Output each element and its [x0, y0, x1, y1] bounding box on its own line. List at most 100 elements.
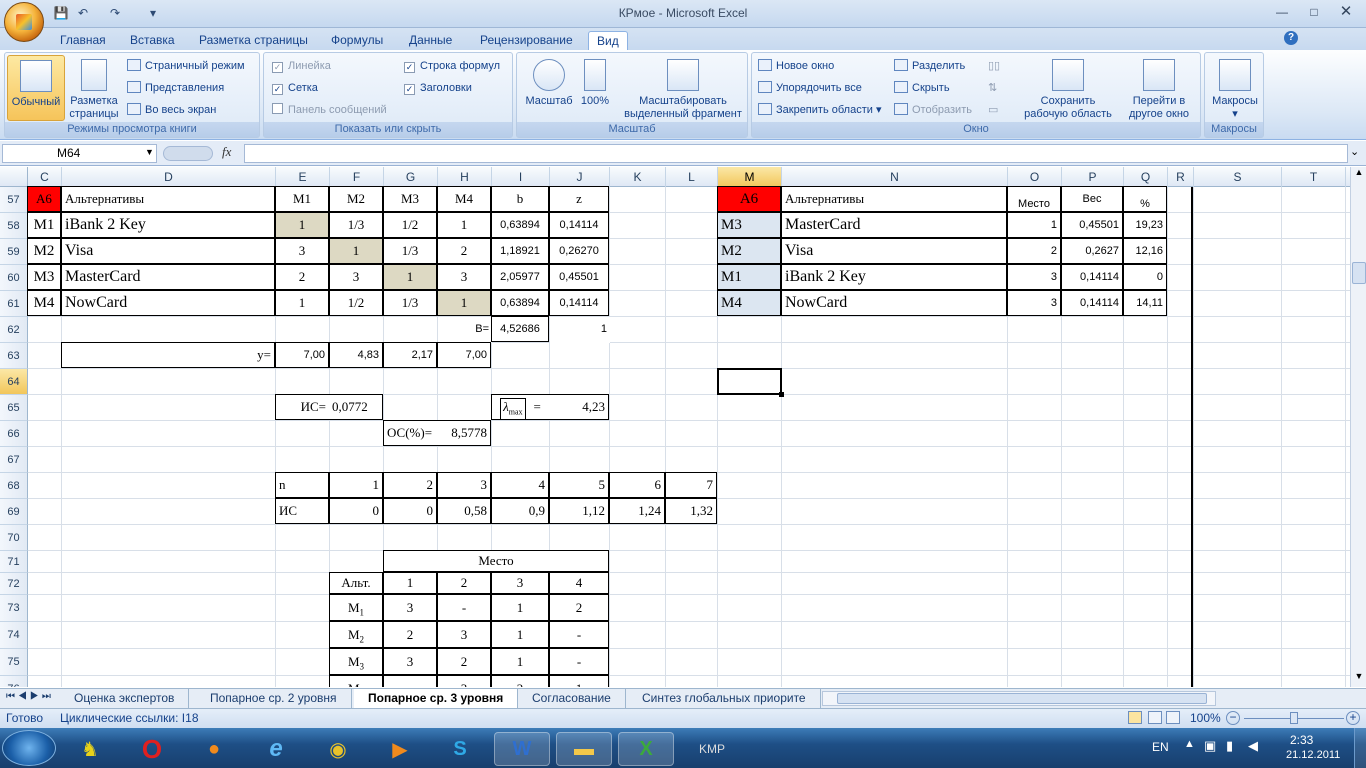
row-header-70[interactable]: 70	[0, 525, 28, 551]
horizontal-scroll-thumb[interactable]	[837, 693, 1207, 704]
help-icon[interactable]: ?	[1284, 31, 1298, 45]
sheet-tab[interactable]: Синтез глобальных приорите	[628, 689, 821, 708]
zoom-level[interactable]: 100%	[1190, 711, 1221, 725]
close-icon[interactable]: ✕	[1336, 4, 1356, 20]
save-workspace-button[interactable]: Сохранить рабочую область	[1020, 59, 1116, 121]
column-header-n[interactable]: N	[782, 167, 1008, 187]
row-header-63[interactable]: 63	[0, 343, 28, 369]
maximize-icon[interactable]: □	[1304, 4, 1324, 20]
headings-checkbox[interactable]: ✓ Заголовки	[404, 79, 472, 97]
app-icon[interactable]: ♞	[62, 732, 118, 766]
column-header-q[interactable]: Q	[1124, 167, 1168, 187]
word-icon[interactable]: W	[494, 732, 550, 766]
split-button[interactable]: Разделить	[894, 57, 965, 75]
row-header-58[interactable]: 58	[0, 213, 28, 239]
column-header-o[interactable]: O	[1008, 167, 1062, 187]
column-header-g[interactable]: G	[384, 167, 438, 187]
page-layout-button[interactable]: Разметка страницы	[67, 59, 121, 120]
formula-divider-handle[interactable]	[163, 146, 213, 161]
column-header-k[interactable]: K	[610, 167, 666, 187]
row-header-61[interactable]: 61	[0, 291, 28, 317]
zoom-slider-thumb[interactable]	[1290, 712, 1298, 724]
sheet-tab[interactable]: Попарное ср. 2 уровня	[196, 689, 352, 708]
page-break-preview-button[interactable]: Страничный режим	[127, 57, 245, 75]
tray-expand-icon[interactable]: ▲	[1184, 738, 1195, 750]
office-button[interactable]	[4, 2, 44, 42]
name-box-dropdown-icon[interactable]: ▼	[145, 147, 154, 157]
row-header-62[interactable]: 62	[0, 317, 28, 343]
vertical-scroll-thumb[interactable]	[1352, 262, 1366, 284]
page-layout-icon[interactable]	[1148, 711, 1162, 724]
row-header-73[interactable]: 73	[0, 595, 28, 622]
message-bar-checkbox[interactable]: Панель сообщений	[272, 101, 387, 119]
hide-button[interactable]: Скрыть	[894, 79, 950, 97]
reset-position-icon[interactable]: ▭	[988, 101, 1008, 119]
row-header-72[interactable]: 72	[0, 573, 28, 595]
firefox-icon[interactable]: ●	[186, 732, 242, 766]
row-header-75[interactable]: 75	[0, 649, 28, 676]
vertical-scrollbar[interactable]: ▲ ▼	[1350, 167, 1366, 687]
tab-review[interactable]: Рецензирование	[472, 31, 581, 50]
fill-handle[interactable]	[779, 392, 784, 397]
column-header-d[interactable]: D	[62, 167, 276, 187]
clock-date[interactable]: 21.12.2011	[1286, 749, 1340, 761]
show-desktop-button[interactable]	[1354, 728, 1366, 768]
column-header-p[interactable]: P	[1062, 167, 1124, 187]
row-header-66[interactable]: 66	[0, 421, 28, 447]
column-header-e[interactable]: E	[276, 167, 330, 187]
language-indicator[interactable]: EN	[1152, 740, 1169, 754]
freeze-panes-button[interactable]: Закрепить области ▾	[758, 101, 881, 119]
side-by-side-icon[interactable]: ▯▯	[988, 57, 1008, 75]
column-header-f[interactable]: F	[330, 167, 384, 187]
sheet-nav-icon[interactable]: ⏮◀▶⏭	[6, 691, 54, 702]
row-header-60[interactable]: 60	[0, 265, 28, 291]
expand-formula-icon[interactable]: ⌄	[1350, 145, 1359, 158]
insert-function-icon[interactable]: fx	[222, 144, 242, 163]
ie-icon[interactable]: e	[248, 732, 304, 766]
sheet-tab[interactable]: Оценка экспертов	[60, 689, 190, 708]
column-header-s[interactable]: S	[1194, 167, 1282, 187]
volume-icon[interactable]: ◀	[1248, 738, 1258, 754]
zoom-100-button[interactable]: 100%	[577, 59, 613, 108]
zoom-button[interactable]: Масштаб	[521, 59, 577, 108]
select-all-corner[interactable]	[0, 167, 28, 187]
unhide-button[interactable]: Отобразить	[894, 101, 972, 119]
excel-icon[interactable]: X	[618, 732, 674, 766]
formula-bar-checkbox[interactable]: ✓ Строка формул	[404, 57, 500, 75]
column-header-r[interactable]: R	[1168, 167, 1194, 187]
gridlines-checkbox[interactable]: ✓ Сетка	[272, 79, 318, 97]
chrome-icon[interactable]: ◉	[310, 732, 366, 766]
kmplayer-icon[interactable]: KMP	[684, 732, 740, 766]
row-header-64[interactable]: 64	[0, 369, 28, 395]
macros-button[interactable]: Макросы ▾	[1207, 59, 1263, 121]
scroll-down-icon[interactable]: ▼	[1352, 671, 1366, 685]
worksheet-grid[interactable]: CDEFGHIJKLMNOPQRST 57 58 59 60 61 62 63 64 65 66 6…	[0, 167, 1350, 687]
full-screen-button[interactable]: Во весь экран	[127, 101, 216, 119]
zoom-selection-button[interactable]: Масштабировать выделенный фрагмент	[621, 59, 745, 121]
opera-icon[interactable]: O	[124, 732, 180, 766]
row-header-67[interactable]: 67	[0, 447, 28, 473]
row-header-76[interactable]: 76	[0, 676, 28, 687]
column-header-m[interactable]: M	[718, 167, 782, 187]
column-header-i[interactable]: I	[492, 167, 550, 187]
formula-input[interactable]	[244, 144, 1348, 163]
column-header-h[interactable]: H	[438, 167, 492, 187]
sheet-tab[interactable]: Согласование	[518, 689, 626, 708]
row-header-57[interactable]: 57	[0, 187, 28, 213]
zoom-in-icon[interactable]: +	[1346, 711, 1360, 725]
row-header-68[interactable]: 68	[0, 473, 28, 499]
horizontal-scrollbar[interactable]	[822, 691, 1216, 706]
minimize-icon[interactable]: —	[1272, 4, 1292, 20]
sync-scroll-icon[interactable]: ⇅	[988, 79, 1008, 97]
normal-view-button[interactable]: Обычный	[7, 55, 65, 121]
network-icon[interactable]: ▮	[1226, 738, 1233, 754]
row-header-69[interactable]: 69	[0, 499, 28, 525]
new-window-button[interactable]: Новое окно	[758, 57, 834, 75]
row-header-59[interactable]: 59	[0, 239, 28, 265]
arrange-all-button[interactable]: Упорядочить все	[758, 79, 862, 97]
column-header-j[interactable]: J	[550, 167, 610, 187]
scroll-up-icon[interactable]: ▲	[1352, 167, 1366, 181]
switch-windows-button[interactable]: Перейти в другое окно	[1120, 59, 1198, 121]
column-header-t[interactable]: T	[1282, 167, 1346, 187]
normal-view-icon[interactable]	[1128, 711, 1142, 724]
